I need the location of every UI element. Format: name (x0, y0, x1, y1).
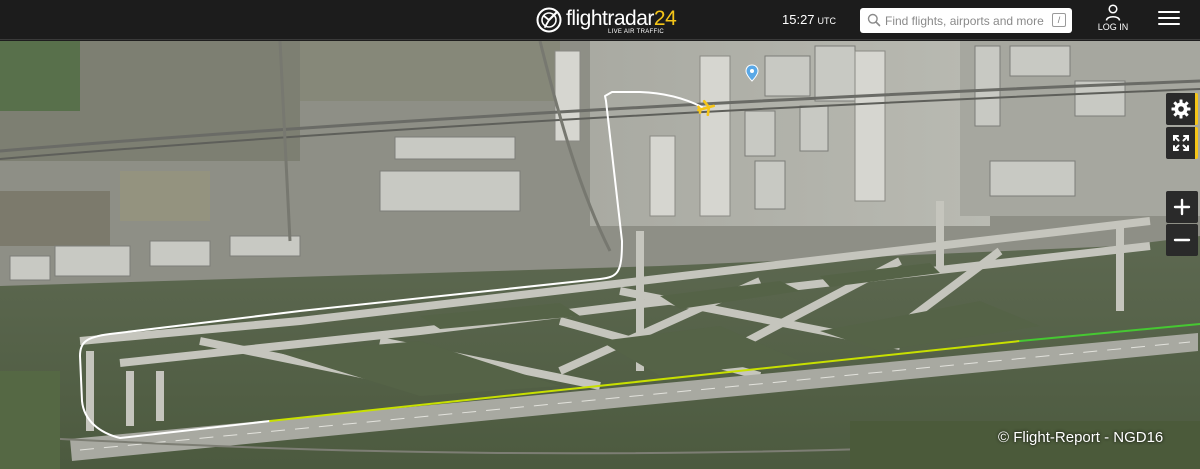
search-shortcut-key: / (1052, 13, 1066, 27)
top-bar: flightradar24 LIVE AIR TRAFFIC 15:27 UTC … (0, 0, 1200, 40)
fullscreen-button[interactable] (1166, 127, 1198, 159)
clock-time: 15:27 (782, 12, 815, 27)
logo-wordmark: flightradar24 (566, 7, 677, 31)
user-icon (1105, 4, 1121, 21)
radar-logo-icon (536, 7, 562, 33)
search-input[interactable] (885, 8, 1045, 33)
map-settings-button[interactable] (1166, 93, 1198, 125)
search-box[interactable]: / (860, 8, 1072, 33)
login-label: LOG IN (1097, 22, 1129, 32)
flightradar24-logo[interactable]: flightradar24 LIVE AIR TRAFFIC (536, 4, 677, 38)
plus-icon (1173, 198, 1191, 216)
logo-number: 24 (653, 7, 677, 30)
search-icon (867, 13, 881, 27)
clock-timezone: UTC (817, 16, 837, 26)
airport-satellite-view (0, 41, 1200, 469)
zoom-out-button[interactable] (1166, 224, 1198, 256)
map-copyright: © Flight-Report - NGD16 (998, 429, 1164, 446)
logo-name: flightradar (566, 7, 654, 30)
satellite-map[interactable]: © Flight-Report - NGD16 (0, 41, 1200, 469)
fullscreen-icon (1172, 135, 1189, 151)
minus-icon (1173, 238, 1191, 242)
login-button[interactable]: LOG IN (1094, 4, 1132, 36)
utc-clock: 15:27 UTC (782, 12, 836, 27)
hamburger-menu-icon[interactable] (1158, 11, 1180, 29)
zoom-in-button[interactable] (1166, 191, 1198, 223)
gear-icon (1171, 99, 1190, 119)
logo-tagline: LIVE AIR TRAFFIC (608, 29, 665, 35)
